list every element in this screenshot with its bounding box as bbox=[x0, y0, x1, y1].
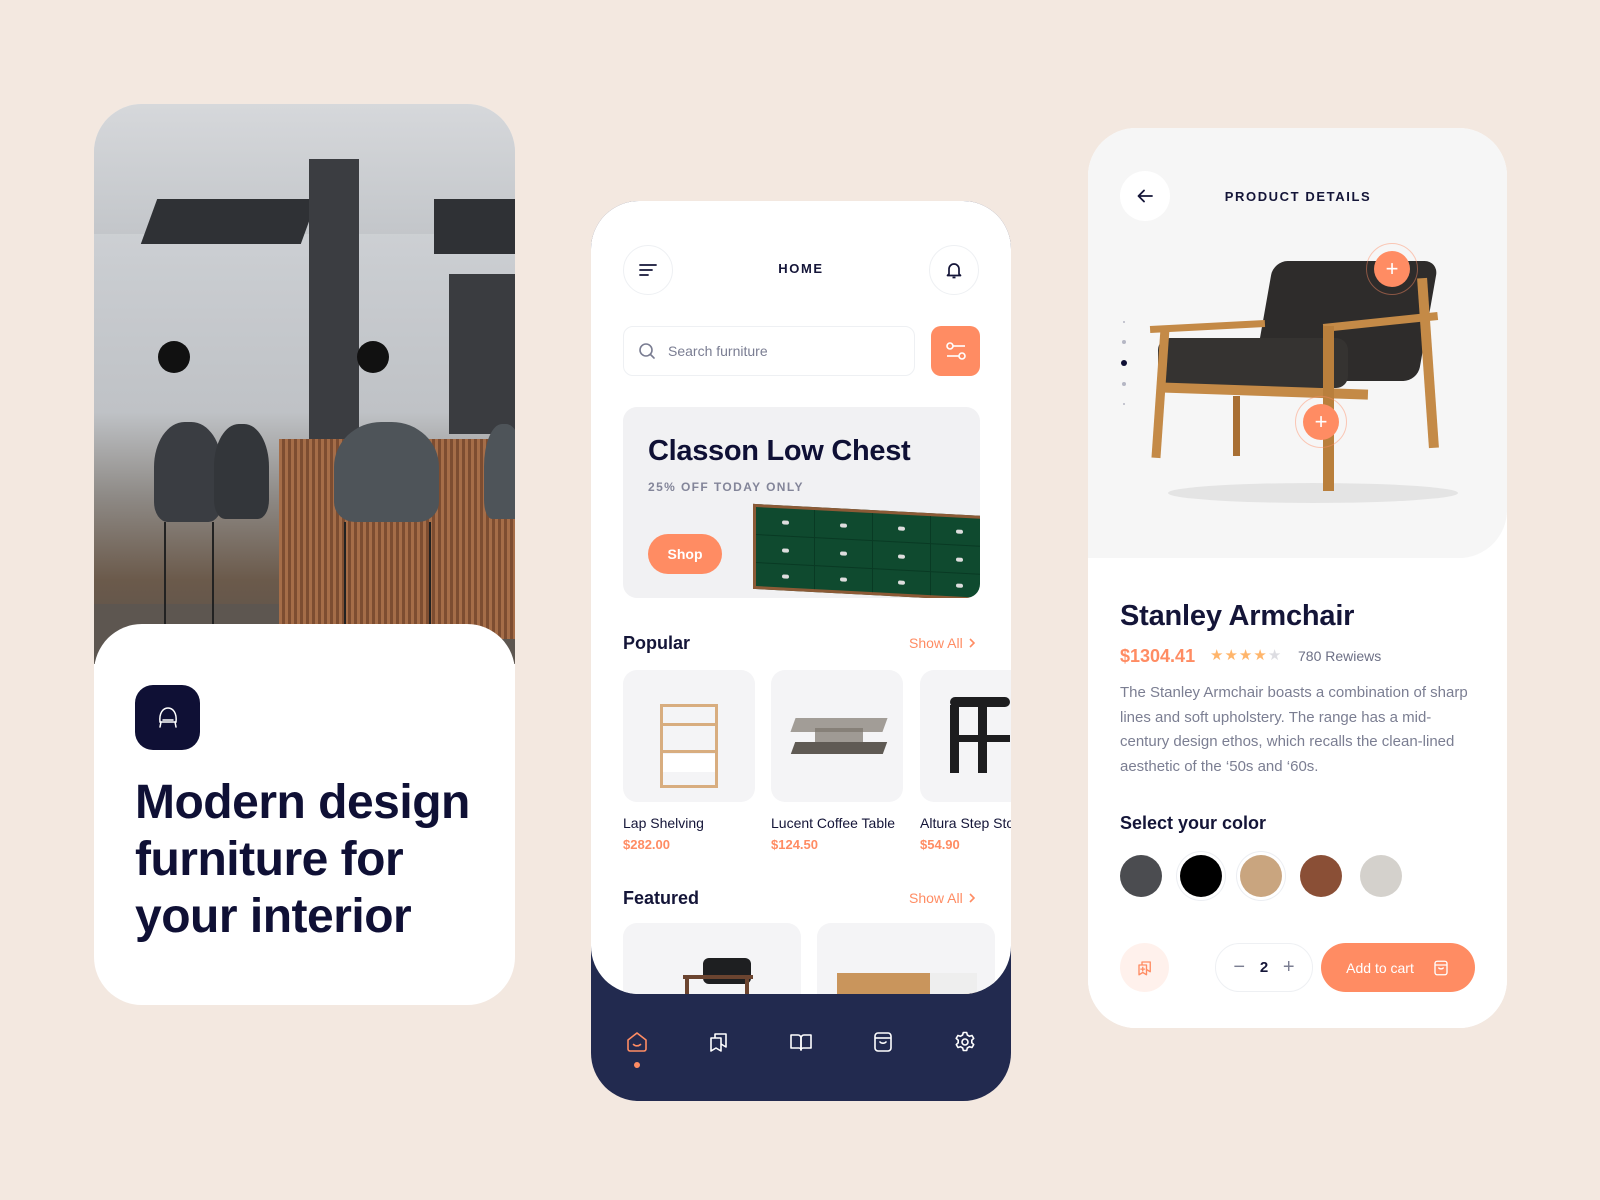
popular-title: Popular bbox=[623, 633, 691, 653]
add-to-cart-label: Add to cart bbox=[1346, 959, 1414, 976]
save-to-collection-button[interactable] bbox=[1120, 943, 1169, 992]
promo-subtitle: 25% OFF TODAY ONLY bbox=[648, 480, 804, 494]
chevron-right-icon bbox=[969, 638, 975, 648]
color-swatch-charcoal[interactable] bbox=[1120, 855, 1162, 897]
quantity-stepper[interactable]: − 2 + bbox=[1215, 943, 1313, 992]
lap-shelving-image bbox=[623, 670, 755, 802]
home-title: HOME bbox=[778, 261, 824, 276]
search-field[interactable] bbox=[623, 326, 915, 376]
product-card[interactable]: Lap Shelving $282.00 bbox=[623, 670, 755, 852]
product-details-title: PRODUCT DETAILS bbox=[1224, 189, 1372, 204]
bookmark-add-icon bbox=[1137, 960, 1151, 975]
product-price: $1304.41 bbox=[1120, 646, 1196, 666]
app-logo bbox=[135, 685, 200, 750]
color-swatch-cognac[interactable] bbox=[1300, 855, 1342, 897]
color-section-title: Select your color bbox=[1120, 813, 1267, 833]
shop-button[interactable]: Shop bbox=[648, 534, 722, 574]
search-icon bbox=[639, 343, 655, 359]
tab-catalog[interactable] bbox=[785, 1026, 817, 1058]
color-swatch-oak[interactable] bbox=[1240, 855, 1282, 897]
featured-card[interactable] bbox=[623, 923, 801, 994]
intro-card: Modern design furniture for your interio… bbox=[94, 104, 515, 1005]
menu-button[interactable] bbox=[623, 245, 673, 295]
product-name: Altura Step Stool bbox=[920, 815, 1011, 831]
product-price: $54.90 bbox=[920, 837, 960, 852]
star-filled-icon: ★ bbox=[1238, 647, 1253, 664]
armchair-icon bbox=[158, 706, 177, 728]
show-all-label: Show All bbox=[909, 635, 963, 651]
step-stool-image bbox=[920, 670, 1011, 802]
tab-cart[interactable] bbox=[867, 1026, 899, 1058]
plus-icon: + bbox=[1374, 251, 1410, 287]
menu-icon bbox=[639, 264, 657, 276]
product-hero: PRODUCT DETAILS + + bbox=[1088, 128, 1507, 558]
show-all-label: Show All bbox=[909, 890, 963, 906]
tab-settings[interactable] bbox=[949, 1026, 981, 1058]
product-detail-screen: PRODUCT DETAILS + + Stanley Armchair $13… bbox=[1088, 128, 1507, 1028]
decrease-button[interactable]: − bbox=[1233, 956, 1245, 979]
pager-dot[interactable] bbox=[1122, 382, 1126, 386]
promo-title: Classon Low Chest bbox=[648, 435, 911, 467]
tab-home[interactable] bbox=[621, 1026, 653, 1058]
filter-button[interactable] bbox=[931, 326, 980, 376]
color-swatch-stone[interactable] bbox=[1360, 855, 1402, 897]
tab-collections[interactable] bbox=[703, 1026, 735, 1058]
armchair-image bbox=[703, 958, 751, 984]
product-name: Lap Shelving bbox=[623, 815, 704, 831]
bell-icon bbox=[946, 263, 962, 279]
active-tab-indicator bbox=[634, 1062, 640, 1068]
bag-icon bbox=[1434, 960, 1448, 975]
product-description: The Stanley Armchair boasts a combinatio… bbox=[1120, 684, 1468, 775]
featured-title: Featured bbox=[623, 888, 700, 908]
gear-icon bbox=[955, 1031, 975, 1052]
pager-dot[interactable] bbox=[1122, 340, 1126, 344]
tab-bar bbox=[591, 994, 1011, 1101]
quantity-value: 2 bbox=[1259, 959, 1269, 976]
star-filled-icon: ★ bbox=[1210, 647, 1224, 664]
featured-card[interactable] bbox=[817, 923, 995, 994]
hotspot-frame[interactable]: + bbox=[1295, 396, 1347, 448]
popular-show-all[interactable]: Show All bbox=[909, 635, 975, 651]
star-empty-icon: ★ bbox=[1267, 647, 1282, 664]
product-price: $124.50 bbox=[771, 837, 818, 852]
interior-photo bbox=[94, 104, 515, 664]
bag-icon bbox=[874, 1032, 892, 1052]
reviews-count[interactable]: 780 Rewiews bbox=[1298, 648, 1381, 664]
home-icon bbox=[627, 1032, 647, 1052]
chevron-right-icon bbox=[969, 893, 975, 903]
intro-headline: Modern design furniture for your interio… bbox=[135, 776, 470, 943]
featured-show-all[interactable]: Show All bbox=[909, 890, 975, 906]
plus-icon: + bbox=[1303, 404, 1339, 440]
home-content: HOME Classon Low Chest 25% OFF TODAY ONL… bbox=[591, 201, 1011, 994]
bookmarks-icon bbox=[710, 1033, 727, 1052]
rating-stars: ★ ★ ★ ★ ★ bbox=[1210, 646, 1281, 666]
notifications-button[interactable] bbox=[929, 245, 979, 295]
filter-icon bbox=[945, 342, 966, 360]
product-card[interactable]: Lucent Coffee Table $124.50 bbox=[771, 670, 903, 852]
search-input[interactable] bbox=[668, 343, 888, 359]
color-swatch-black[interactable] bbox=[1180, 855, 1222, 897]
low-chest-image bbox=[753, 503, 980, 598]
home-screen: HOME Classon Low Chest 25% OFF TODAY ONL… bbox=[591, 201, 1011, 1101]
promo-banner: Classon Low Chest 25% OFF TODAY ONLY Sho… bbox=[623, 407, 980, 598]
pager-dot[interactable] bbox=[1123, 321, 1125, 323]
increase-button[interactable]: + bbox=[1283, 956, 1295, 979]
star-filled-icon: ★ bbox=[1253, 647, 1267, 664]
star-filled-icon: ★ bbox=[1224, 647, 1238, 664]
back-button[interactable] bbox=[1120, 171, 1170, 221]
book-icon bbox=[790, 1034, 812, 1051]
pager-dot-active[interactable] bbox=[1121, 360, 1127, 366]
product-card[interactable]: Altura Step Stool $54.90 bbox=[920, 670, 1011, 852]
arrow-left-icon bbox=[1137, 189, 1153, 203]
product-name: Stanley Armchair bbox=[1120, 600, 1355, 632]
coffee-table-image bbox=[771, 670, 903, 802]
product-name: Lucent Coffee Table bbox=[771, 815, 896, 831]
product-price: $282.00 bbox=[623, 837, 670, 852]
pager-dot[interactable] bbox=[1123, 403, 1125, 405]
hotspot-backrest[interactable]: + bbox=[1366, 243, 1418, 295]
add-to-cart-button[interactable]: Add to cart bbox=[1321, 943, 1475, 992]
